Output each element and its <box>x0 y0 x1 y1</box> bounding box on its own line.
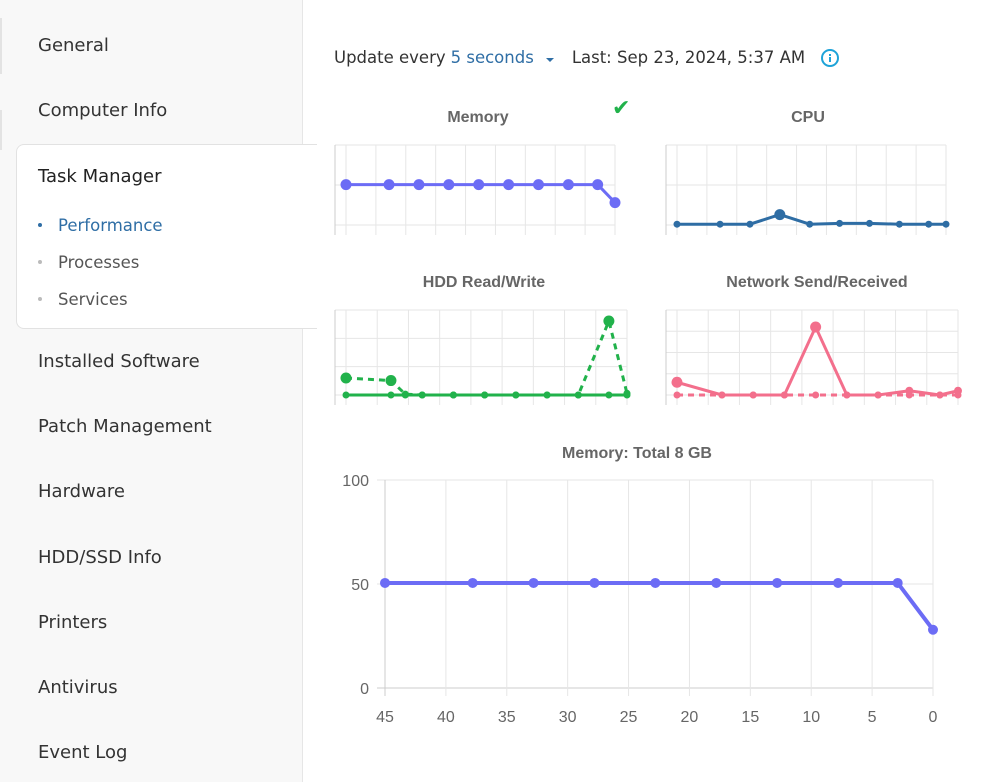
data-point <box>528 577 539 588</box>
x-tick-label: 40 <box>437 709 455 726</box>
data-point <box>843 391 851 399</box>
data-point <box>718 391 726 399</box>
x-tick-label: 35 <box>498 709 516 726</box>
data-point <box>605 391 613 399</box>
data-point <box>443 179 455 191</box>
data-point <box>562 179 574 191</box>
data-point <box>603 315 615 327</box>
data-point <box>387 391 395 399</box>
data-point <box>340 372 352 384</box>
data-point <box>928 624 938 635</box>
x-tick-label: 30 <box>559 709 577 726</box>
data-point <box>574 391 582 399</box>
data-point <box>716 220 724 228</box>
data-point <box>892 577 903 588</box>
data-point <box>774 209 786 221</box>
data-point <box>772 577 783 588</box>
data-point <box>895 220 903 228</box>
data-point <box>380 577 390 588</box>
series-line-send <box>676 325 959 397</box>
data-point <box>623 389 631 397</box>
x-tick-label: 45 <box>376 709 394 726</box>
data-point <box>673 391 681 399</box>
x-tick-label: 10 <box>802 709 820 726</box>
data-point <box>413 179 425 191</box>
data-point <box>467 577 478 588</box>
data-point <box>954 391 962 399</box>
data-point <box>865 219 873 227</box>
x-tick-label: 0 <box>929 709 938 726</box>
data-point <box>650 577 661 588</box>
data-point <box>473 179 485 191</box>
data-point <box>503 179 515 191</box>
charts-canvas: 05010045 40 35 30 25 20 15 10 5 0 <box>334 144 962 726</box>
data-point <box>609 197 621 209</box>
data-point <box>481 391 489 399</box>
data-point <box>810 321 822 333</box>
x-tick-label: 15 <box>741 709 759 726</box>
data-point <box>749 391 757 399</box>
data-point <box>711 577 722 588</box>
data-point <box>806 220 814 228</box>
data-point <box>905 391 913 399</box>
data-point <box>673 220 681 228</box>
data-point <box>589 577 600 588</box>
data-point <box>836 219 844 227</box>
data-point <box>942 220 950 228</box>
data-point <box>780 391 788 399</box>
data-point <box>925 220 933 228</box>
data-point <box>512 391 520 399</box>
data-point <box>532 179 544 191</box>
data-point <box>449 391 457 399</box>
data-point <box>874 391 882 399</box>
data-point <box>592 179 604 191</box>
x-tick-label: 20 <box>681 709 699 726</box>
data-point <box>936 391 944 399</box>
data-point <box>385 375 397 387</box>
data-point <box>418 391 426 399</box>
x-tick-label: 5 <box>868 709 877 726</box>
data-point <box>812 391 820 399</box>
data-point <box>746 220 754 228</box>
data-point <box>671 376 683 388</box>
x-tick-label: 25 <box>620 709 638 726</box>
y-tick-label: 50 <box>351 577 369 594</box>
y-tick-label: 100 <box>342 473 369 490</box>
data-point <box>383 179 395 191</box>
data-point <box>340 179 352 191</box>
data-point <box>401 390 409 398</box>
data-point <box>342 391 350 399</box>
y-tick-label: 0 <box>360 681 369 698</box>
data-point <box>543 391 551 399</box>
series-line-memory <box>385 580 935 631</box>
data-point <box>833 577 844 588</box>
